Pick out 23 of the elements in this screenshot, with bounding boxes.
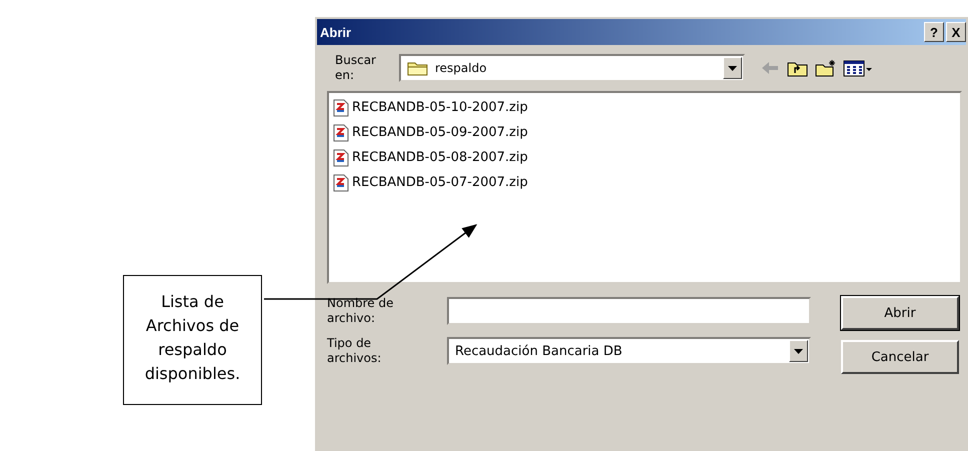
new-folder-icon[interactable] — [815, 59, 837, 77]
callout-text: Lista de Archivos de respaldo disponibles. — [123, 275, 262, 405]
look-in-label: Buscar en: — [335, 53, 377, 83]
file-item[interactable]: RECBANDB-05-10-2007.zip — [333, 95, 956, 120]
zip-file-icon — [333, 98, 349, 116]
file-type-label: Tipo de archivos: — [327, 336, 382, 366]
zip-file-icon — [333, 148, 349, 166]
close-button[interactable]: X — [946, 22, 966, 42]
folder-icon — [407, 60, 429, 76]
file-name-field[interactable] — [447, 297, 811, 325]
zip-file-icon — [333, 124, 349, 142]
help-button[interactable]: ? — [924, 22, 944, 42]
view-menu-icon[interactable] — [843, 59, 873, 77]
window-title: Abrir — [320, 24, 352, 40]
file-name-label: Nombre de archivo: — [327, 296, 394, 326]
open-button[interactable]: Abrir — [841, 296, 959, 330]
cancel-button[interactable]: Cancelar — [841, 340, 959, 374]
file-item[interactable]: RECBANDB-05-07-2007.zip — [333, 170, 956, 195]
file-item[interactable]: RECBANDB-05-09-2007.zip — [333, 120, 956, 145]
file-item[interactable]: RECBANDB-05-08-2007.zip — [333, 145, 956, 170]
zip-file-icon — [333, 174, 349, 192]
file-type-dropdown[interactable]: Recaudación Bancaria DB — [447, 337, 811, 365]
look-in-dropdown[interactable]: respaldo — [399, 54, 745, 82]
